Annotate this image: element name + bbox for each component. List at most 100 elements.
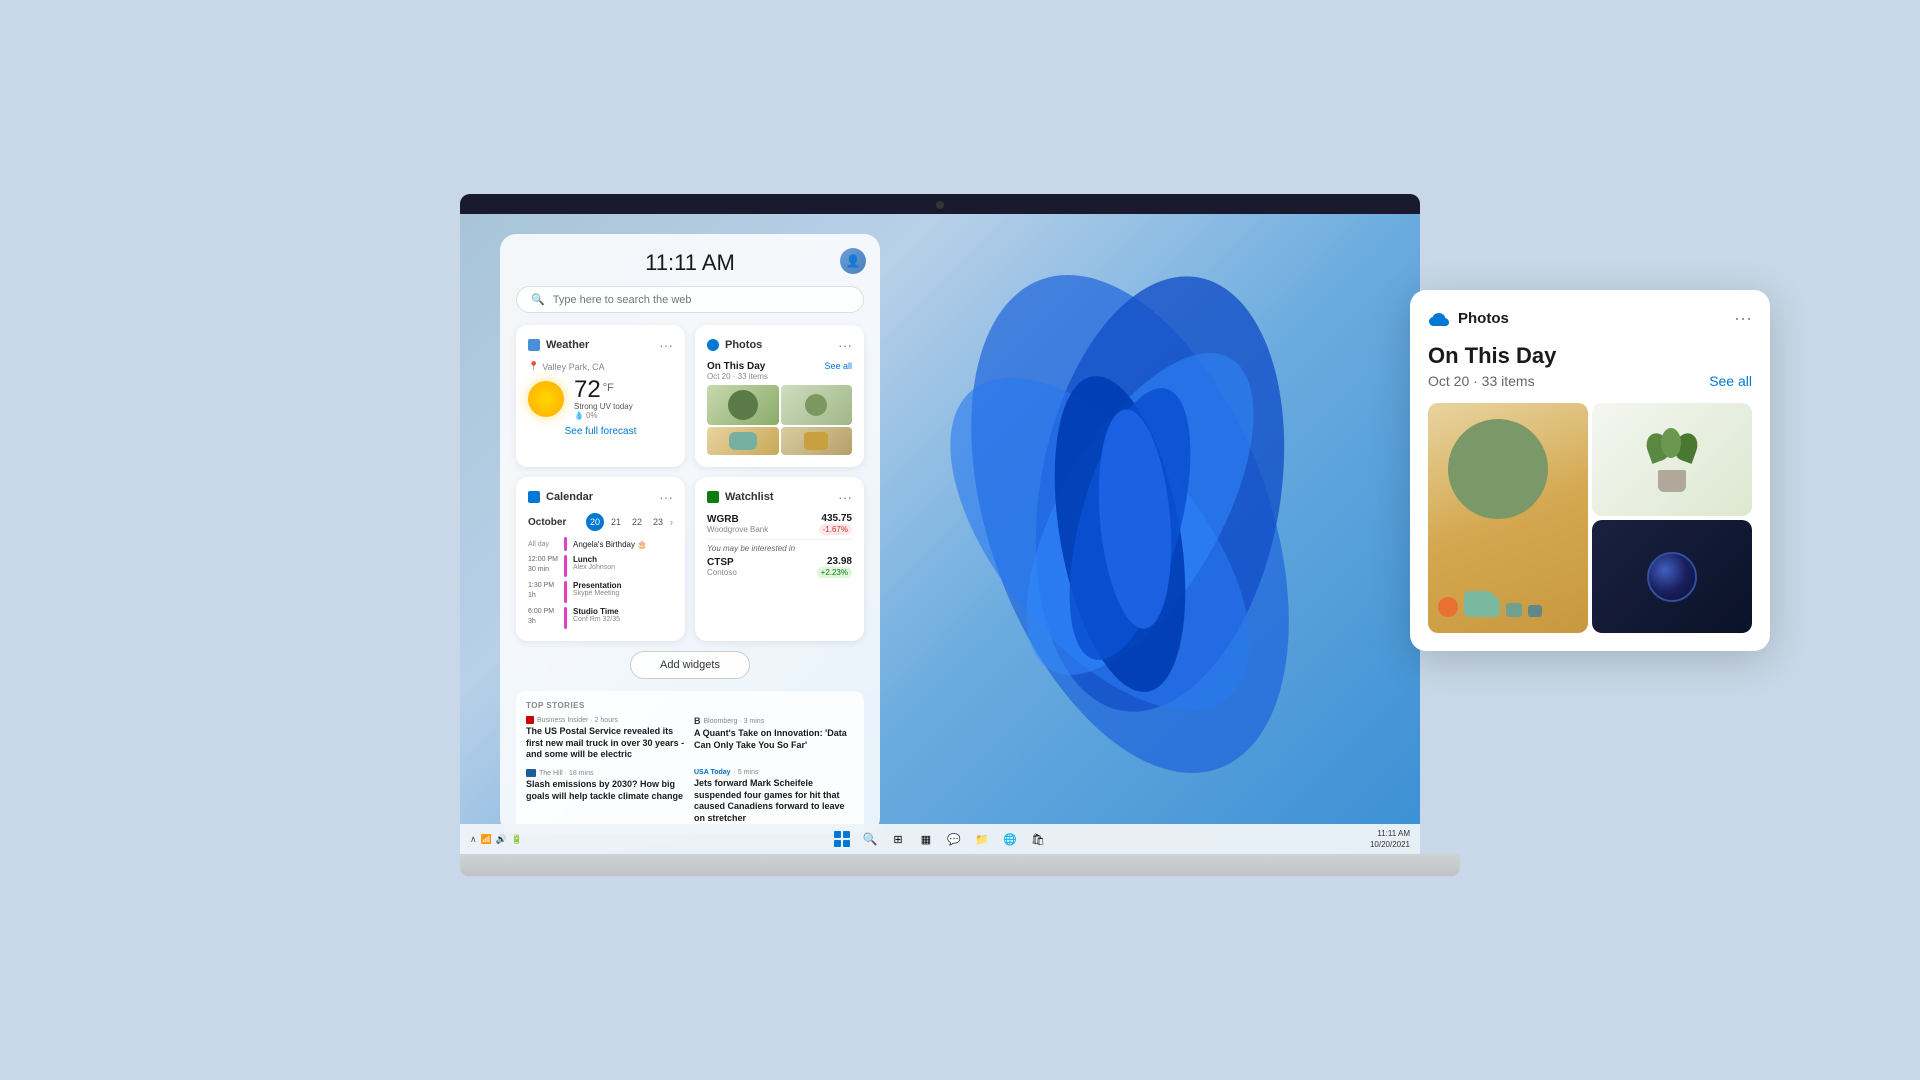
teams-icon[interactable]: 💬 xyxy=(944,829,964,849)
cal-date-23[interactable]: 23 xyxy=(649,513,667,531)
photos-widget-title: Photos xyxy=(725,339,762,351)
weather-humidity: 💧 0% xyxy=(574,411,673,420)
camera-dot xyxy=(936,201,944,209)
photo-thumb-4[interactable] xyxy=(781,427,853,455)
news-2-headline: A Quant's Take on Innovation: 'Data Can … xyxy=(694,728,854,751)
drop-icon: 💧 xyxy=(574,411,584,420)
photo-thumb-3[interactable] xyxy=(707,427,779,455)
cal-studio-time: 6:00 PM3h xyxy=(528,607,558,627)
volume-icon[interactable]: 🔊 xyxy=(496,834,507,845)
widgets-panel: 11:11 AM 👤 🔍 xyxy=(500,234,880,834)
the-hill-icon xyxy=(526,769,536,777)
cal-lunch-info: Lunch Alex Johnson xyxy=(573,555,615,571)
plant-pot-obj xyxy=(1658,470,1686,492)
weather-forecast-link[interactable]: See full forecast xyxy=(528,426,673,437)
news-3-headline: Slash emissions by 2030? How big goals w… xyxy=(526,779,686,802)
photos-cloud-icon xyxy=(707,339,719,351)
avatar[interactable]: 👤 xyxy=(840,248,866,274)
cal-lunch-bar xyxy=(564,555,567,577)
photos-header: Photos ··· xyxy=(707,337,852,353)
cal-event-presentation: 1:30 PM1h Presentation Skype Meeting xyxy=(528,581,673,603)
add-widgets-button[interactable]: Add widgets xyxy=(630,651,750,679)
calendar-icon xyxy=(528,491,540,503)
task-view-icon[interactable]: ⊞ xyxy=(888,829,908,849)
photos-popup-icon xyxy=(1428,310,1450,328)
cal-date-22[interactable]: 22 xyxy=(628,513,646,531)
wifi-icon[interactable]: 📶 xyxy=(481,834,492,845)
bloomberg-icon: B xyxy=(694,716,701,726)
windows-start-button[interactable] xyxy=(832,829,852,849)
popup-photo-large[interactable] xyxy=(1428,403,1588,633)
news-1-source-row: Business Insider · 2 hours xyxy=(526,716,686,724)
photos-title-row: Photos xyxy=(707,339,762,351)
popup-see-all-link[interactable]: See all xyxy=(1709,373,1752,389)
photo-thumb-1[interactable] xyxy=(707,385,779,425)
watchlist-title: Watchlist xyxy=(725,491,774,503)
weather-more-icon[interactable]: ··· xyxy=(659,337,673,353)
stock-ctsp[interactable]: CTSP Contoso 23.98 +2.23% xyxy=(707,556,852,578)
calendar-more-icon[interactable]: ··· xyxy=(659,489,673,505)
win-logo-bl xyxy=(834,840,841,847)
weather-icon xyxy=(528,339,540,351)
photo-thumb-2[interactable] xyxy=(781,385,853,425)
news-4-source-row: USA Today · 5 mins xyxy=(694,769,854,776)
weather-header: Weather ··· xyxy=(528,337,673,353)
plant-hanging xyxy=(1647,428,1697,492)
widgets-grid: Weather ··· 📍 Valley Park, CA xyxy=(516,325,864,641)
photos-date: Oct 20 · 33 items xyxy=(707,372,768,381)
taskbar-chevron-icon[interactable]: ∧ xyxy=(470,834,477,845)
news-item-3[interactable]: The Hill · 18 mins Slash emissions by 20… xyxy=(526,769,686,825)
cal-pres-location: Skype Meeting xyxy=(573,590,621,597)
cal-pres-info: Presentation Skype Meeting xyxy=(573,581,621,597)
calendar-header: Calendar ··· xyxy=(528,489,673,505)
photos-section-title: On This Day xyxy=(707,361,768,372)
calendar-month-row: October 20 21 22 23 › xyxy=(528,513,673,531)
news-item-4[interactable]: USA Today · 5 mins Jets forward Mark Sch… xyxy=(694,769,854,825)
edge-icon[interactable]: 🌐 xyxy=(1000,829,1020,849)
cal-event-lunch: 12:00 PM30 min Lunch Alex Johnson xyxy=(528,555,673,577)
news-4-headline: Jets forward Mark Scheifele suspended fo… xyxy=(694,778,854,825)
calendar-title-row: Calendar xyxy=(528,491,593,503)
calendar-title: Calendar xyxy=(546,491,593,503)
watchlist-icon xyxy=(707,491,719,503)
popup-photo-globe[interactable] xyxy=(1592,520,1752,633)
popup-more-icon[interactable]: ··· xyxy=(1734,308,1752,329)
widgets-taskbar-icon[interactable]: ▦ xyxy=(916,829,936,849)
cal-date-21[interactable]: 21 xyxy=(607,513,625,531)
cal-chevron-icon: › xyxy=(670,517,673,527)
watchlist-header: Watchlist ··· xyxy=(707,489,852,505)
cal-pres-bar xyxy=(564,581,567,603)
search-taskbar-glyph: 🔍 xyxy=(863,832,878,846)
battery-icon[interactable]: 🔋 xyxy=(511,834,522,845)
avatar-initial: 👤 xyxy=(846,254,861,268)
cal-date-20[interactable]: 20 xyxy=(586,513,604,531)
news-item-2[interactable]: B Bloomberg · 3 mins A Quant's Take on I… xyxy=(694,716,854,761)
news-grid: Business Insider · 2 hours The US Postal… xyxy=(526,716,854,825)
search-input[interactable] xyxy=(553,294,849,306)
stock-wgrb[interactable]: WGRB Woodgrove Bank 435.75 -1.67% xyxy=(707,513,852,540)
popup-photo-plant[interactable] xyxy=(1592,403,1752,516)
photos-thumbnails xyxy=(707,385,852,455)
cal-lunch-time: 12:00 PM30 min xyxy=(528,555,558,575)
widgets-glyph: ▦ xyxy=(921,833,931,846)
win-logo-tr xyxy=(843,831,850,838)
cal-allday-name: Angela's Birthday 🎂 xyxy=(573,540,647,549)
photos-more-icon[interactable]: ··· xyxy=(838,337,852,353)
news-section: TOP STORIES Business Insider · 2 hours T… xyxy=(516,691,864,834)
taskbar-clock[interactable]: 11:11 AM 10/20/2021 xyxy=(1370,828,1410,850)
weather-description: Strong UV today xyxy=(574,402,673,411)
search-taskbar-icon[interactable]: 🔍 xyxy=(860,829,880,849)
folder-glyph: 📁 xyxy=(975,833,989,846)
cal-studio-location: Conf Rm 32/35 xyxy=(573,616,620,623)
news-item-1[interactable]: Business Insider · 2 hours The US Postal… xyxy=(526,716,686,761)
cal-allday-event: All day Angela's Birthday 🎂 xyxy=(528,537,673,551)
win-logo xyxy=(834,831,850,847)
store-icon[interactable]: 🛍 xyxy=(1028,829,1048,849)
watchlist-more-icon[interactable]: ··· xyxy=(838,489,852,505)
weather-info: 72 °F Strong UV today 💧 0% xyxy=(574,378,673,420)
cal-allday-bar xyxy=(564,537,567,551)
file-explorer-icon[interactable]: 📁 xyxy=(972,829,992,849)
ctsp-change: +2.23% xyxy=(817,567,852,578)
photos-see-all-link[interactable]: See all xyxy=(824,361,852,371)
search-bar[interactable]: 🔍 xyxy=(516,286,864,313)
